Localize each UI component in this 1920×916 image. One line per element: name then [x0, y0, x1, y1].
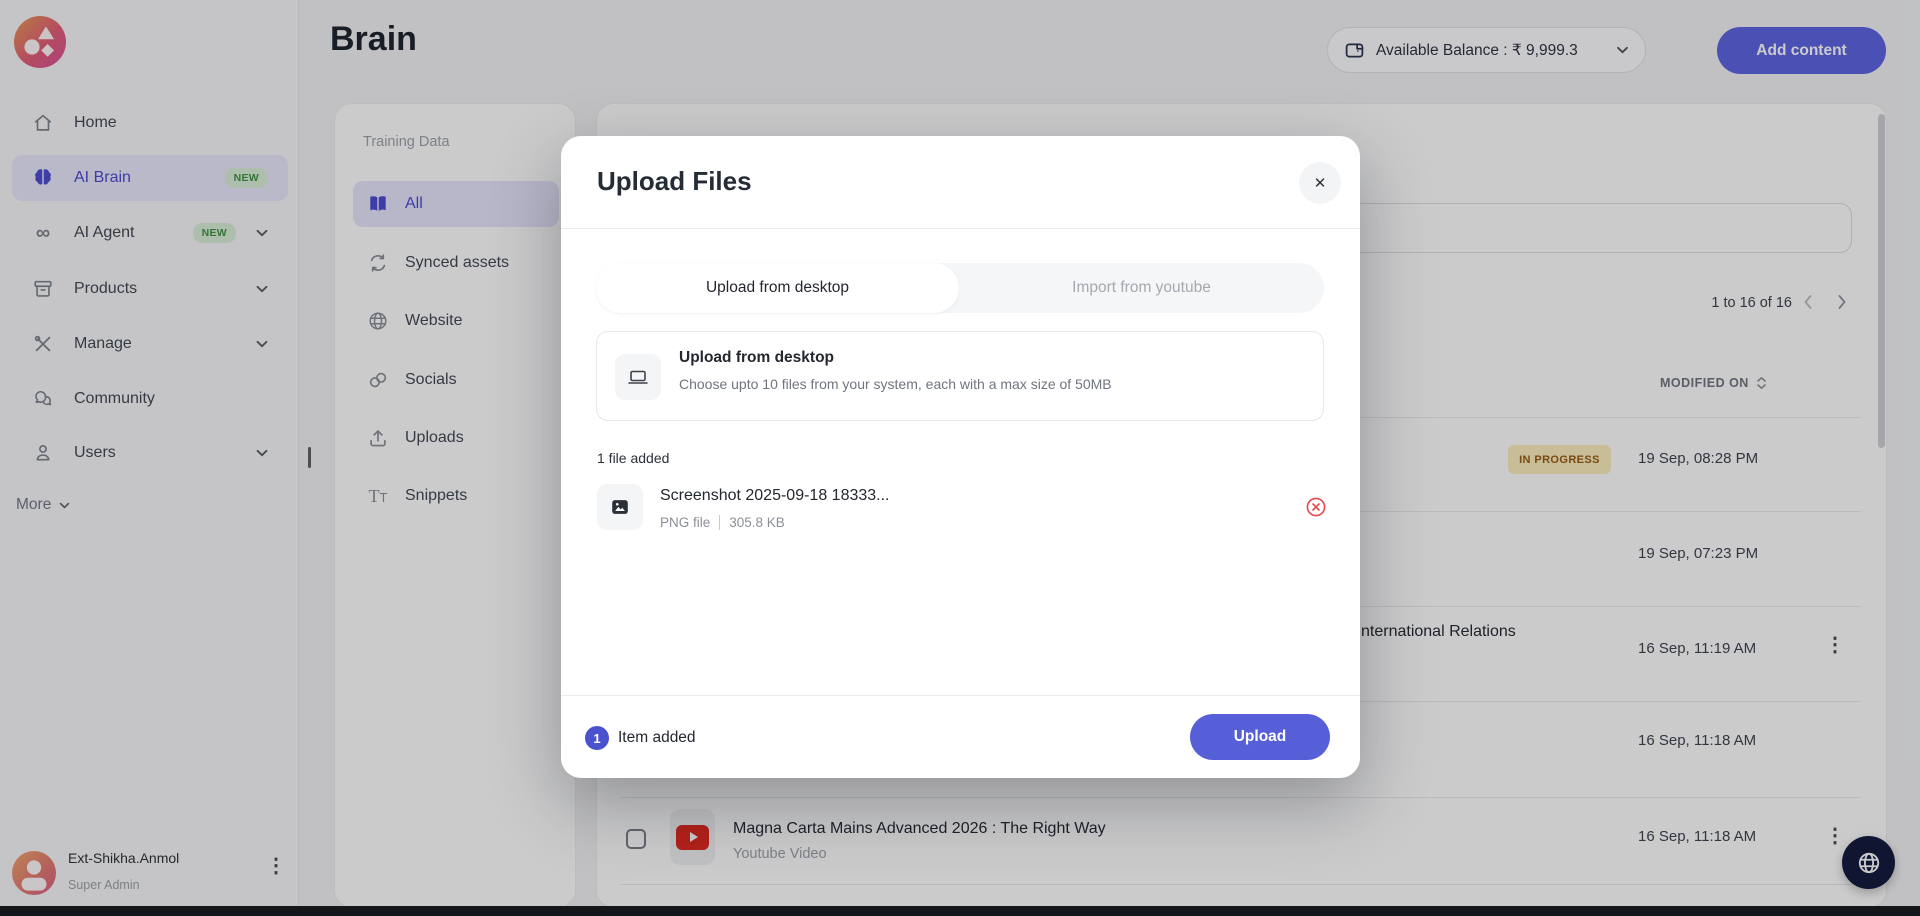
- upload-button[interactable]: Upload: [1190, 714, 1330, 760]
- upload-dropzone[interactable]: Upload from desktop Choose upto 10 files…: [596, 331, 1324, 421]
- image-file-icon: [597, 484, 643, 530]
- item-count-badge: 1: [585, 726, 609, 750]
- file-meta: PNG file 305.8 KB: [660, 515, 785, 530]
- tab-upload-from-desktop[interactable]: Upload from desktop: [596, 263, 959, 313]
- file-name: Screenshot 2025-09-18 18333...: [660, 487, 890, 505]
- tab-import-from-youtube[interactable]: Import from youtube: [959, 263, 1324, 313]
- files-added-label: 1 file added: [597, 450, 669, 466]
- upload-files-modal: Upload Files ✕ Upload from desktop Impor…: [561, 136, 1360, 778]
- divider: [561, 695, 1360, 696]
- app-root: Home AI Brain NEW ∞ AI Agent NEW Product…: [0, 0, 1920, 916]
- circle-x-icon: [1305, 496, 1327, 518]
- meta-divider: [719, 515, 720, 530]
- remove-file-button[interactable]: [1305, 496, 1327, 518]
- modal-close-button[interactable]: ✕: [1299, 162, 1341, 204]
- item-added-label: Item added: [618, 729, 696, 747]
- laptop-icon: [615, 354, 661, 400]
- modal-tabs: Upload from desktop Import from youtube: [596, 263, 1324, 313]
- dropzone-subtitle: Choose upto 10 files from your system, e…: [679, 376, 1112, 392]
- divider: [561, 228, 1360, 229]
- file-type: PNG file: [660, 515, 710, 530]
- dropzone-title: Upload from desktop: [679, 349, 834, 367]
- close-icon: ✕: [1314, 174, 1327, 192]
- modal-title: Upload Files: [597, 166, 752, 197]
- file-size: 305.8 KB: [729, 515, 785, 530]
